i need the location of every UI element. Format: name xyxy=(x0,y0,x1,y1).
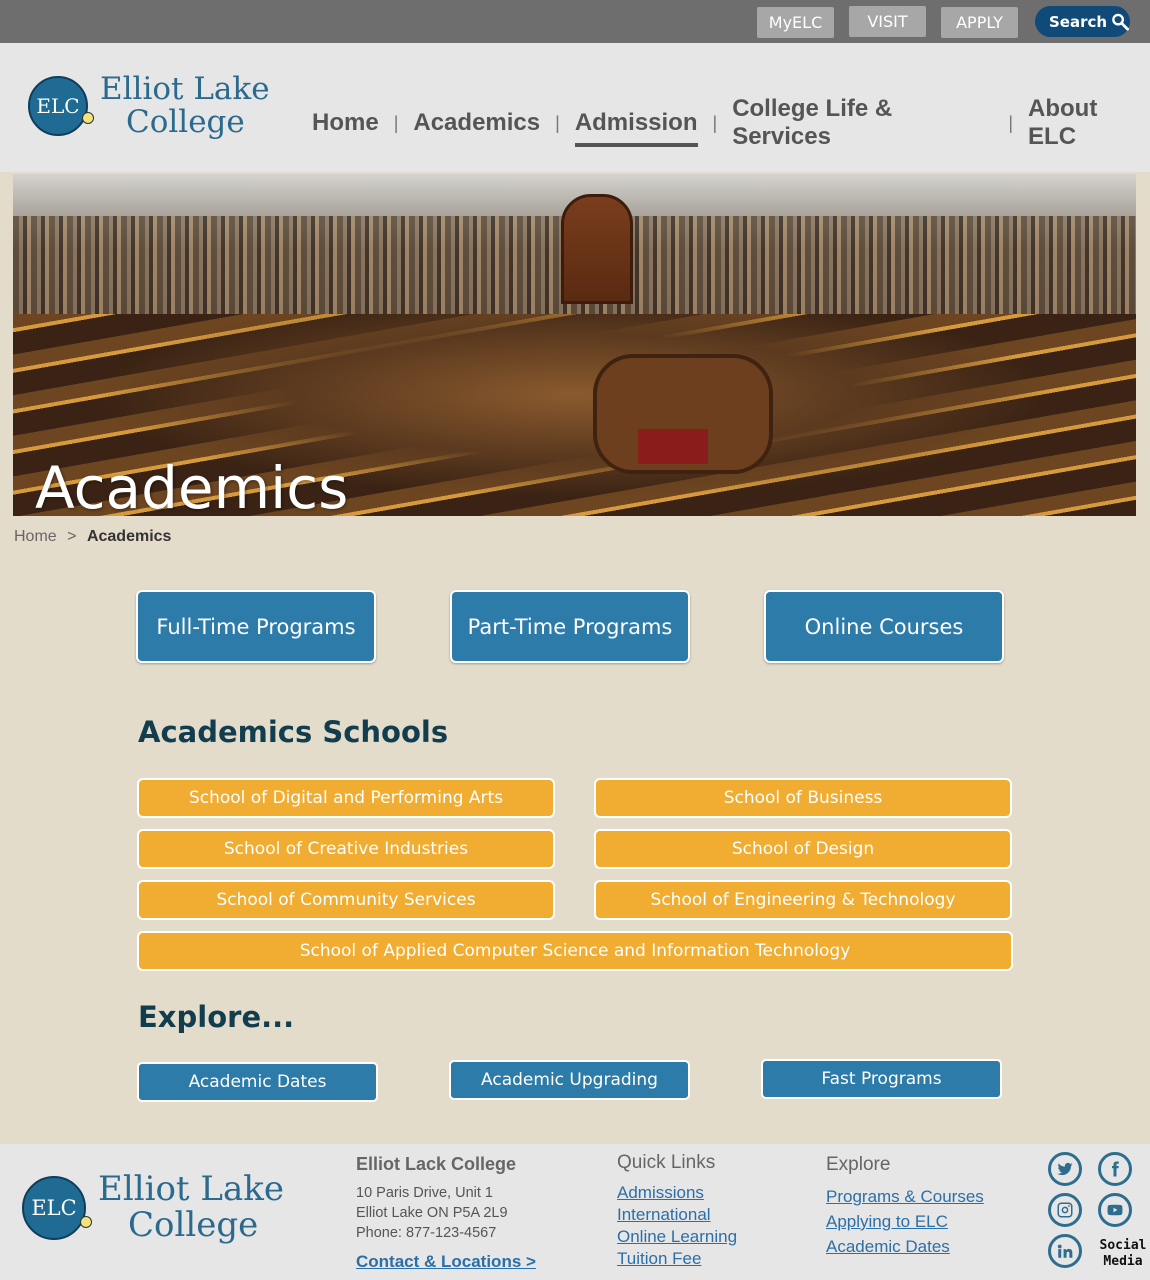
nav-separator: | xyxy=(555,112,560,133)
footer-college-heading: Elliot Lack College xyxy=(356,1154,517,1174)
explore-link-academic-dates[interactable]: Academic Dates xyxy=(826,1234,984,1259)
hero-title: Academics xyxy=(35,454,349,516)
hero-banner: Academics xyxy=(13,174,1136,516)
school-design-button[interactable]: School of Design xyxy=(594,829,1012,869)
quick-link-admissions[interactable]: Admissions xyxy=(617,1182,737,1204)
nav-home[interactable]: Home xyxy=(312,109,379,137)
online-courses-button[interactable]: Online Courses xyxy=(764,590,1004,663)
logo-emblem: ELC xyxy=(22,1175,92,1240)
social-label-line2: Media xyxy=(1103,1254,1143,1269)
footer-logo[interactable]: ELC Elliot Lake College xyxy=(22,1169,284,1245)
logo-dot xyxy=(80,1215,92,1228)
academic-dates-button[interactable]: Academic Dates xyxy=(137,1062,378,1102)
search-icon xyxy=(1112,13,1130,30)
hero-image-door xyxy=(561,194,633,304)
school-business-button[interactable]: School of Business xyxy=(594,778,1012,818)
academic-upgrading-button[interactable]: Academic Upgrading xyxy=(449,1060,690,1100)
apply-button[interactable]: APPLY xyxy=(941,7,1018,38)
visit-button[interactable]: VISIT xyxy=(849,6,926,37)
youtube-icon[interactable] xyxy=(1098,1193,1132,1227)
nav-separator: | xyxy=(712,112,718,133)
school-applied-computer-science-button[interactable]: School of Applied Computer Science and I… xyxy=(137,931,1013,971)
nav-separator: | xyxy=(393,112,399,133)
schools-heading: Academics Schools xyxy=(138,715,449,749)
myelc-button[interactable]: MyELC xyxy=(757,7,834,38)
logo-initials: ELC xyxy=(31,1195,77,1220)
school-engineering-technology-button[interactable]: School of Engineering & Technology xyxy=(594,880,1012,920)
social-label-line1: Social xyxy=(1099,1238,1147,1253)
nav-about[interactable]: About ELC xyxy=(1028,95,1150,151)
quick-link-online-learning[interactable]: Online Learning xyxy=(617,1226,737,1248)
footer-contact-column: Elliot Lack College 10 Paris Drive, Unit… xyxy=(356,1154,536,1272)
logo-name-line2: College xyxy=(128,1204,259,1245)
logo-name-line2: College xyxy=(126,103,245,140)
search-label: Search xyxy=(1049,12,1108,31)
school-community-services-button[interactable]: School of Community Services xyxy=(137,880,555,920)
hero-image-carpet xyxy=(638,429,708,464)
breadcrumb-current: Academics xyxy=(86,528,172,545)
header-logo[interactable]: ELC Elliot Lake College xyxy=(28,73,270,138)
logo-name-line1: Elliot Lake xyxy=(100,71,270,107)
nav-academics[interactable]: Academics xyxy=(413,109,540,137)
site-footer: ELC Elliot Lake College Elliot Lack Coll… xyxy=(0,1144,1150,1280)
quick-link-tuition-fee[interactable]: Tuition Fee xyxy=(617,1248,737,1270)
quick-link-international[interactable]: International xyxy=(617,1204,737,1226)
fast-programs-button[interactable]: Fast Programs xyxy=(761,1059,1002,1099)
quick-links-heading: Quick Links xyxy=(617,1152,716,1173)
logo-name-line1: Elliot Lake xyxy=(98,1169,284,1209)
nav-college-life[interactable]: College Life & Services xyxy=(732,95,993,151)
search-button[interactable]: Search xyxy=(1035,6,1130,37)
social-media-label: Social Media xyxy=(1099,1238,1147,1270)
explore-link-applying[interactable]: Applying to ELC xyxy=(826,1209,984,1234)
logo-wordmark: Elliot Lake College xyxy=(98,1169,284,1245)
nav-separator: | xyxy=(1008,112,1014,133)
breadcrumb: Home > Academics xyxy=(14,528,171,546)
explore-link-programs-courses[interactable]: Programs & Courses xyxy=(826,1184,984,1209)
linkedin-icon[interactable] xyxy=(1048,1234,1082,1268)
footer-quick-links-column: Quick Links Admissions International Onl… xyxy=(617,1152,737,1270)
logo-wordmark: Elliot Lake College xyxy=(100,73,270,138)
full-time-programs-button[interactable]: Full-Time Programs xyxy=(136,590,376,663)
school-digital-performing-arts-button[interactable]: School of Digital and Performing Arts xyxy=(137,778,555,818)
breadcrumb-separator: > xyxy=(67,528,77,545)
utility-bar: MyELC VISIT APPLY Search xyxy=(0,0,1150,43)
school-creative-industries-button[interactable]: School of Creative Industries xyxy=(137,829,555,869)
facebook-icon[interactable] xyxy=(1098,1152,1132,1186)
logo-initials: ELC xyxy=(36,93,80,118)
footer-address-line2: Elliot Lake ON P5A 2L9 xyxy=(356,1205,508,1221)
main-nav: Home | Academics | Admission | College L… xyxy=(312,95,1150,151)
footer-explore-column: Explore Programs & Courses Applying to E… xyxy=(826,1154,984,1259)
twitter-icon[interactable] xyxy=(1048,1152,1082,1186)
explore-heading: Explore... xyxy=(138,1000,295,1034)
part-time-programs-button[interactable]: Part-Time Programs xyxy=(450,590,690,663)
logo-dot xyxy=(82,111,94,124)
site-header: ELC Elliot Lake College Home | Academics… xyxy=(0,43,1150,172)
contact-locations-link[interactable]: Contact & Locations > xyxy=(356,1252,536,1272)
instagram-icon[interactable] xyxy=(1048,1193,1082,1227)
nav-admission[interactable]: Admission xyxy=(574,109,698,147)
breadcrumb-home[interactable]: Home xyxy=(14,528,57,545)
footer-phone: Phone: 877-123-4567 xyxy=(356,1225,497,1241)
footer-explore-heading: Explore xyxy=(826,1154,891,1175)
footer-address-line1: 10 Paris Drive, Unit 1 xyxy=(356,1185,493,1201)
logo-emblem: ELC xyxy=(28,75,94,136)
